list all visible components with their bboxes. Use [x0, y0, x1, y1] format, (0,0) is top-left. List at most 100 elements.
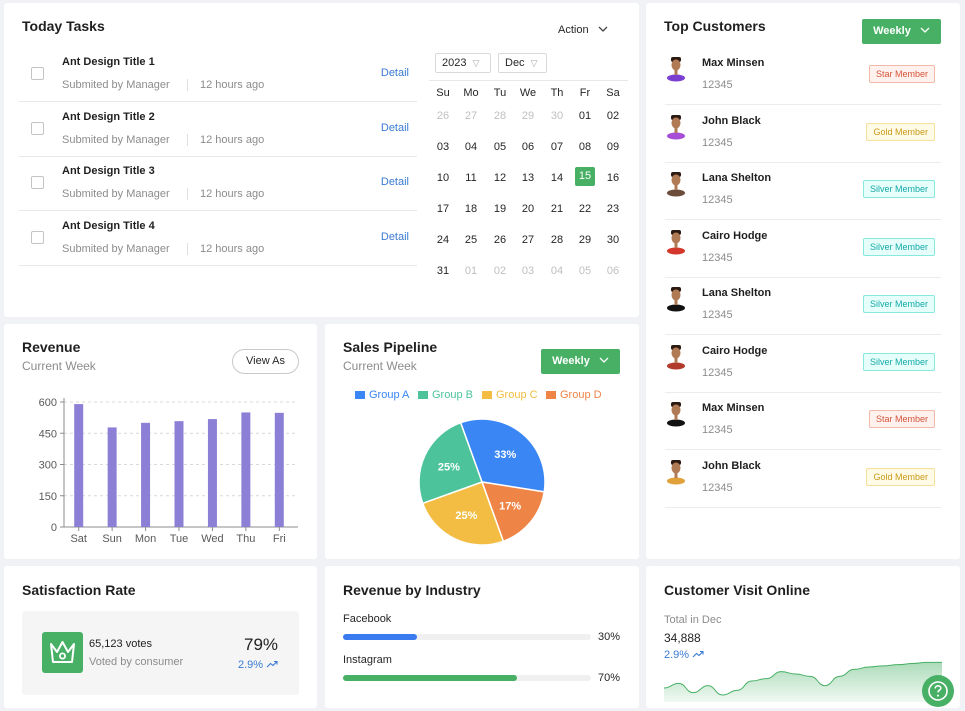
customer-row[interactable]: Max Minsen 12345 Star Member — [665, 393, 941, 450]
task-row: Ant Design Title 1 Submited by Manager 12 … — [19, 48, 417, 102]
legend-item[interactable]: Group C — [482, 389, 538, 401]
revenue-bar[interactable] — [107, 427, 117, 527]
calendar-day[interactable]: 13 — [518, 172, 538, 184]
task-detail-link[interactable]: Detail — [381, 176, 409, 188]
customer-row[interactable]: Lana Shelton 12345 Silver Member — [665, 163, 941, 220]
satisfaction-change: 2.9% — [238, 659, 278, 671]
calendar-day[interactable]: 03 — [433, 141, 453, 153]
calendar-day[interactable]: 30 — [603, 234, 623, 246]
task-detail-link[interactable]: Detail — [381, 231, 409, 243]
calendar-day[interactable]: 31 — [433, 265, 453, 277]
calendar-day[interactable]: 21 — [547, 203, 567, 215]
action-dropdown[interactable]: Action — [558, 24, 608, 36]
revenue-bar[interactable] — [274, 412, 284, 527]
membership-badge: Silver Member — [862, 237, 935, 256]
calendar-day[interactable]: 26 — [433, 110, 453, 122]
task-row: Ant Design Title 3 Submited by Manager 12 … — [19, 157, 417, 211]
calendar-day[interactable]: 09 — [603, 141, 623, 153]
legend-item[interactable]: Group B — [418, 389, 473, 401]
membership-badge: Star Member — [868, 65, 935, 83]
calendar-day[interactable]: 04 — [461, 141, 481, 153]
revenue-bar[interactable] — [174, 421, 184, 527]
calendar-day[interactable]: 25 — [461, 234, 481, 246]
calendar-day[interactable]: 17 — [433, 203, 453, 215]
help-button[interactable] — [922, 675, 954, 707]
pipeline-weekly-button[interactable]: Weekly — [541, 349, 620, 374]
customer-row[interactable]: Lana Shelton 12345 Silver Member — [665, 278, 941, 335]
task-checkbox[interactable] — [31, 230, 44, 244]
customer-id: 12345 — [702, 424, 733, 436]
calendar-day[interactable]: 05 — [575, 265, 595, 277]
calendar-day[interactable]: 01 — [461, 265, 481, 277]
calendar-day[interactable]: 02 — [603, 110, 623, 122]
task-checkbox[interactable] — [31, 176, 44, 189]
revenue-bar[interactable] — [141, 422, 151, 527]
calendar-day[interactable]: 20 — [518, 203, 538, 215]
calendar-day[interactable]: 26 — [490, 234, 510, 246]
calendar-day[interactable]: 27 — [518, 234, 538, 246]
action-label: Action — [558, 24, 589, 36]
calendar-day[interactable]: 24 — [433, 234, 453, 246]
calendar-day[interactable]: 19 — [490, 203, 510, 215]
task-time: 12 hours ago — [200, 79, 265, 91]
x-tick-label: Sat — [70, 533, 87, 545]
legend-item[interactable]: Group A — [355, 389, 409, 401]
task-detail-link[interactable]: Detail — [381, 122, 409, 134]
task-time: 12 hours ago — [200, 188, 265, 200]
calendar-day[interactable]: 11 — [461, 172, 481, 184]
task-divider — [187, 188, 188, 200]
membership-badge: Silver Member — [862, 295, 935, 313]
calendar-day[interactable]: 06 — [603, 265, 623, 277]
revenue-title: Revenue — [22, 339, 81, 355]
task-checkbox[interactable] — [31, 67, 44, 80]
votes-count: 65,123 votes — [89, 638, 152, 650]
calendar-day[interactable]: 29 — [575, 234, 595, 246]
legend-swatch — [482, 391, 492, 400]
customer-name: John Black — [702, 114, 761, 127]
month-select[interactable]: Dec ▽ — [498, 53, 547, 73]
legend-item[interactable]: Group D — [546, 389, 602, 401]
calendar-day[interactable]: 12 — [490, 172, 510, 184]
legend-swatch — [546, 391, 556, 400]
customer-row[interactable]: Max Minsen 12345 Star Member — [665, 48, 941, 105]
task-submitter: Submited by Manager — [62, 133, 170, 146]
year-select[interactable]: 2023 ▽ — [435, 53, 491, 73]
customer-row[interactable]: Cairo Hodge 12345 Silver Member — [665, 336, 941, 393]
customer-name: Max Minsen — [702, 402, 765, 414]
customer-row[interactable]: John Black 12345 Gold Member — [665, 451, 941, 508]
revenue-bar[interactable] — [241, 412, 251, 527]
calendar-day[interactable]: 06 — [518, 141, 538, 153]
x-tick-label: Tue — [170, 533, 189, 545]
calendar-day[interactable]: 16 — [603, 172, 623, 184]
calendar-day[interactable]: 22 — [575, 203, 595, 215]
calendar-day[interactable]: 02 — [490, 265, 510, 277]
membership-badge: Star Member — [868, 410, 935, 428]
calendar-day-selected[interactable]: 15 — [575, 167, 595, 186]
calendar-day[interactable]: 01 — [575, 110, 595, 122]
calendar-day[interactable]: 07 — [547, 141, 567, 153]
calendar-day[interactable]: 29 — [518, 110, 538, 122]
task-detail-link[interactable]: Detail — [381, 67, 409, 79]
calendar-day[interactable]: 30 — [547, 110, 567, 122]
view-as-button[interactable]: View As — [232, 349, 299, 374]
calendar-day[interactable]: 05 — [490, 141, 510, 153]
customers-weekly-button[interactable]: Weekly — [862, 19, 941, 44]
customer-row[interactable]: John Black 12345 Gold Member — [665, 106, 941, 163]
calendar-day[interactable]: 23 — [603, 203, 623, 215]
calendar-day[interactable]: 28 — [547, 234, 567, 246]
task-checkbox[interactable] — [31, 121, 44, 135]
calendar-day[interactable]: 03 — [518, 265, 538, 277]
calendar-day[interactable]: 14 — [547, 172, 567, 184]
calendar-day[interactable]: 04 — [547, 265, 567, 277]
calendar-day[interactable]: 08 — [575, 141, 595, 153]
month-value: Dec — [505, 57, 525, 69]
revenue-bar[interactable] — [207, 419, 217, 527]
calendar-day[interactable]: 18 — [461, 203, 481, 215]
customer-row[interactable]: Cairo Hodge 12345 Silver Member — [665, 221, 941, 278]
revenue-bar[interactable] — [74, 404, 84, 527]
membership-badge: Gold Member — [866, 467, 935, 486]
customer-id: 12345 — [702, 481, 733, 494]
calendar-day[interactable]: 27 — [461, 110, 481, 122]
calendar-day[interactable]: 28 — [490, 110, 510, 122]
calendar-day[interactable]: 10 — [433, 172, 453, 184]
